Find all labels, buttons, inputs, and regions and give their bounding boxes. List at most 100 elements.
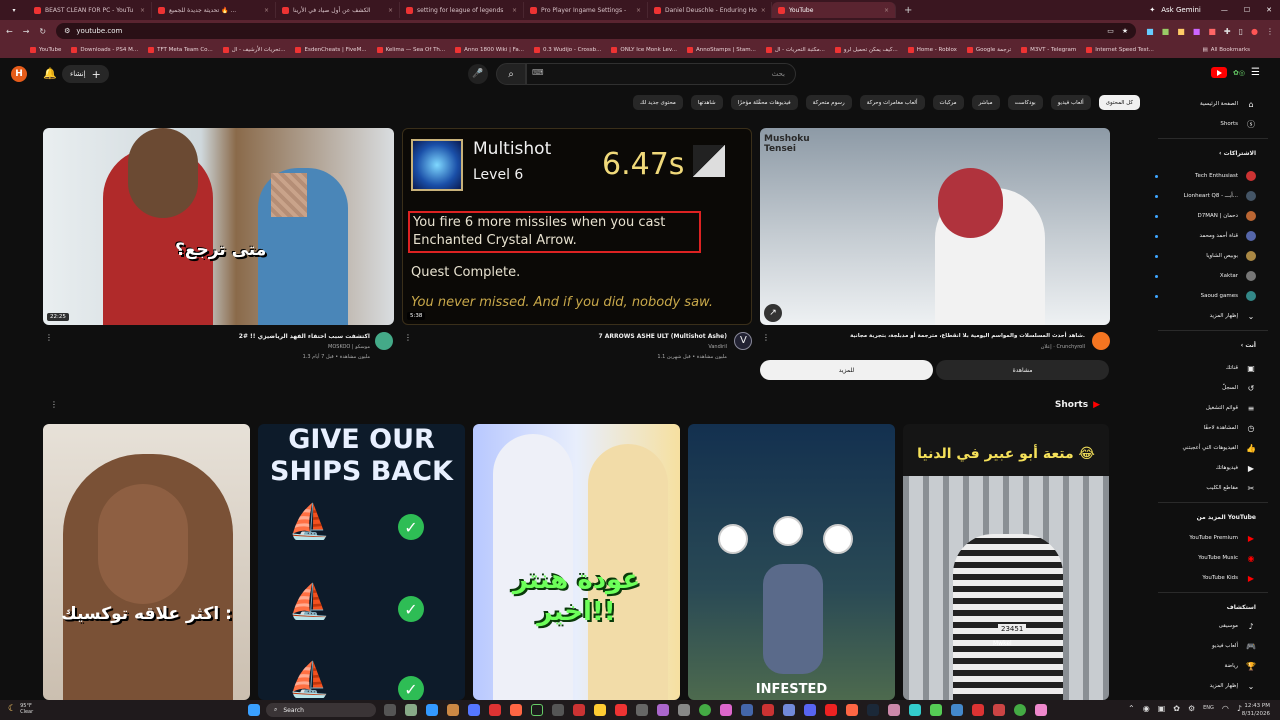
- more-options-icon[interactable]: ⋮: [404, 333, 412, 342]
- edge-icon[interactable]: [426, 704, 438, 716]
- tray-app-icon[interactable]: ✿: [1173, 704, 1180, 713]
- app-icon[interactable]: [636, 704, 648, 716]
- search-input[interactable]: بحث: [526, 63, 796, 85]
- app-icon[interactable]: [552, 704, 564, 716]
- more-options-icon[interactable]: ⋮: [45, 333, 53, 342]
- sidebar-item-history[interactable]: السجلّ ↺: [1222, 380, 1256, 396]
- extension-icon[interactable]: ■: [1193, 27, 1201, 36]
- shorts-more-options-icon[interactable]: ⋮: [50, 400, 58, 409]
- tray-app-icon[interactable]: ⚙: [1188, 704, 1195, 713]
- menu-dots-icon[interactable]: ⋮: [1266, 27, 1274, 36]
- browser-tab[interactable]: Daniel Deuschle - Enduring Ho ×: [648, 2, 772, 18]
- app-icon[interactable]: [951, 704, 963, 716]
- bookmark-item[interactable]: TFT Meta Team Co...: [148, 47, 213, 53]
- taskbar-clock[interactable]: 12:43 PM 8/31/2026: [1242, 702, 1270, 718]
- bookmark-item[interactable]: Internet Speed Test...: [1086, 47, 1154, 53]
- sidebar-item-gaming[interactable]: ألعاب فيديو 🎮: [1212, 638, 1256, 654]
- sidebar-item-youtube-music[interactable]: YouTube Music ◉: [1198, 550, 1256, 566]
- bookmark-item[interactable]: ONLY Ice Monk Lev...: [611, 47, 677, 53]
- chip-new-to-you[interactable]: محتوى جديد لك: [633, 95, 683, 110]
- bookmark-item[interactable]: مكتبة التحريات - ال...: [765, 47, 825, 53]
- sidebar-subscription[interactable]: Tech Enthusiast: [1155, 168, 1256, 184]
- sidebar-item-youtube-kids[interactable]: YouTube Kids ▶: [1202, 570, 1256, 586]
- bookmark-item[interactable]: Downloads - PS4 M...: [71, 47, 138, 53]
- minimize-icon[interactable]: —: [1221, 6, 1228, 14]
- app-icon[interactable]: [573, 704, 585, 716]
- tab-search-icon[interactable]: ▾: [0, 7, 28, 14]
- video-title[interactable]: 7 ARROWS ASHE ULT (Multishot Ashe): [598, 333, 727, 340]
- wifi-icon[interactable]: ◠: [1222, 704, 1229, 713]
- you-header[interactable]: ‹ أنت: [1241, 342, 1256, 349]
- tray-app-icon[interactable]: ◉: [1143, 704, 1150, 713]
- profile-avatar[interactable]: ●: [1251, 27, 1258, 36]
- short-item[interactable]: GIVE OUR SHIPS BACK ⛵ ✓ ⛵ ✓ ⛵ ✓: [258, 424, 465, 700]
- youtube-logo[interactable]: ✿◎ ☰: [1211, 67, 1260, 78]
- sidebar-subscription[interactable]: Saoud games: [1155, 288, 1256, 304]
- steam-icon[interactable]: [867, 704, 879, 716]
- chip-vehicles[interactable]: مركبات: [932, 95, 964, 110]
- app-icon[interactable]: [993, 704, 1005, 716]
- ad-title[interactable]: شاهد أحدث المسلسلات والمواسم اليومية بلا…: [850, 333, 1085, 339]
- sidebar-item-youtube-premium[interactable]: YouTube Premium ▶: [1189, 530, 1256, 546]
- browser-tab-active[interactable]: YouTube ×: [772, 2, 896, 18]
- more-options-icon[interactable]: ⋮: [762, 333, 770, 342]
- cast-icon[interactable]: ▭: [1107, 27, 1114, 35]
- chrome-icon[interactable]: [699, 704, 711, 716]
- sidebar-subscription[interactable]: Xaktar: [1155, 268, 1256, 284]
- ask-gemini-button[interactable]: ✦ Ask Gemini — ☐ ✕: [1149, 6, 1280, 14]
- keyboard-icon[interactable]: ⌨: [532, 68, 544, 77]
- file-explorer-icon[interactable]: [594, 704, 606, 716]
- ad-sponsor[interactable]: إعلان · Crunchyroll: [1041, 344, 1085, 350]
- tray-chevron-icon[interactable]: ⌃: [1128, 704, 1135, 713]
- taskbar-search-box[interactable]: ⌕ Search: [266, 703, 376, 717]
- app-icon[interactable]: [678, 704, 690, 716]
- browser-tab[interactable]: BEAST CLEAN FOR PC - YouTu ×: [28, 2, 152, 18]
- sidebar-subscription[interactable]: Lionheart Q8 - أبـــ...: [1155, 188, 1256, 204]
- app-icon[interactable]: [720, 704, 732, 716]
- close-tab-icon[interactable]: ×: [512, 7, 517, 14]
- chip-live[interactable]: مباشر: [971, 95, 1000, 110]
- close-tab-icon[interactable]: ×: [140, 7, 145, 14]
- sidebar-item-your-channel[interactable]: قناتك ▣: [1226, 360, 1256, 376]
- crunchyroll-avatar[interactable]: [1092, 332, 1110, 350]
- bookmark-item[interactable]: Anno 1800 Wiki | Fa...: [455, 47, 524, 53]
- app-icon[interactable]: [657, 704, 669, 716]
- ad-watch-button[interactable]: مشاهدة: [936, 360, 1109, 380]
- sidebar-item-shorts[interactable]: Shorts ⓢ: [1220, 116, 1256, 132]
- short-item[interactable]: عودة هنتر اخير!!: [473, 424, 680, 700]
- short-item[interactable]: اكثر علاقه توكسيك :: [43, 424, 250, 700]
- bookmark-item[interactable]: M3VT - Telegram: [1021, 47, 1076, 53]
- voice-search-mic-icon[interactable]: 🎤: [468, 64, 488, 84]
- bookmark-item[interactable]: Kelima — Sea Of Th...: [376, 47, 445, 53]
- hamburger-menu-icon[interactable]: ☰: [1251, 67, 1260, 78]
- app-icon[interactable]: [909, 704, 921, 716]
- sidebar-item-watch-later[interactable]: المشاهدة لاحقًا ◷: [1204, 420, 1256, 436]
- site-info-icon[interactable]: ⚙: [64, 27, 70, 35]
- sidebar-item-liked-videos[interactable]: الفيديوهات التي أعجبتني 👍: [1182, 440, 1256, 456]
- bookmark-item[interactable]: EsdenCheats | FiveM...: [295, 47, 367, 53]
- close-tab-icon[interactable]: ×: [388, 7, 393, 14]
- app-icon[interactable]: [972, 704, 984, 716]
- app-icon[interactable]: [930, 704, 942, 716]
- sidebar-item-clips[interactable]: مقاطع الكليب ✂: [1206, 480, 1256, 496]
- forward-icon[interactable]: →: [23, 27, 30, 36]
- app-icon[interactable]: [1035, 704, 1047, 716]
- ad-learn-more-button[interactable]: للمزيد: [760, 360, 933, 380]
- app-icon[interactable]: [615, 704, 627, 716]
- video-channel[interactable]: Vandiril: [708, 344, 727, 350]
- bookmark-item[interactable]: AnnoStamps | Stam...: [687, 47, 756, 53]
- extensions-puzzle-icon[interactable]: ✚: [1224, 27, 1231, 36]
- extension-icon[interactable]: ■: [1208, 27, 1216, 36]
- notifications-bell-icon[interactable]: 🔔: [43, 67, 57, 80]
- sidebar-subscription[interactable]: قناة أحمد ومحمد: [1155, 228, 1256, 244]
- sidebar-item-music[interactable]: موسيقى ♪: [1219, 618, 1256, 634]
- app-icon[interactable]: [405, 704, 417, 716]
- close-tab-icon[interactable]: ×: [761, 7, 766, 14]
- windows-start-icon[interactable]: [248, 704, 260, 716]
- reload-icon[interactable]: ↻: [39, 27, 46, 36]
- chrome-icon[interactable]: [1014, 704, 1026, 716]
- app-icon[interactable]: [846, 704, 858, 716]
- sidebar-item-your-videos[interactable]: فيديوهاتك ▶: [1216, 460, 1256, 476]
- app-icon[interactable]: [804, 704, 816, 716]
- bookmark-item[interactable]: Home - Roblox: [907, 47, 957, 53]
